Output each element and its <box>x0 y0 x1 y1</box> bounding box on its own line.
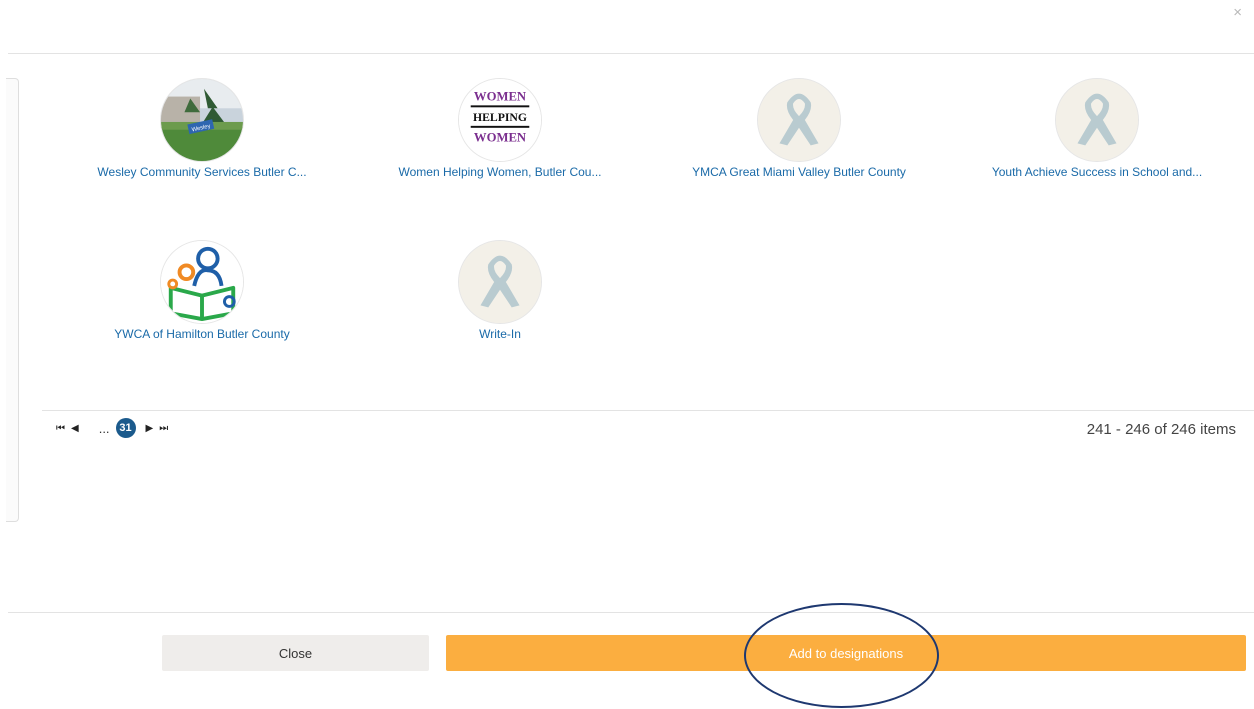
org-name[interactable]: Youth Achieve Success in School and... <box>967 165 1227 179</box>
pager: ⏮ ◀ ... 31 ▶ ⏭ <box>56 418 168 438</box>
women-helping-women-logo: WOMEN HELPING WOMEN <box>458 78 542 162</box>
org-tile-women-helping-women[interactable]: WOMEN HELPING WOMEN Women Helping Women,… <box>370 78 630 179</box>
org-name[interactable]: YWCA of Hamilton Butler County <box>72 327 332 341</box>
org-name[interactable]: YMCA Great Miami Valley Butler County <box>669 165 929 179</box>
next-page-icon[interactable]: ▶ <box>146 423 154 434</box>
ribbon-icon <box>1055 78 1139 162</box>
ribbon-icon <box>757 78 841 162</box>
close-button[interactable]: Close <box>162 635 429 671</box>
org-name[interactable]: Write-In <box>370 327 630 341</box>
org-tile-write-in[interactable]: Write-In <box>370 240 630 341</box>
pager-current-page[interactable]: 31 <box>115 418 136 438</box>
pager-ellipsis[interactable]: ... <box>99 421 110 436</box>
org-tile-youth-achieve[interactable]: Youth Achieve Success in School and... <box>967 78 1227 179</box>
pager-info: 241 - 246 of 246 items <box>1086 421 1236 438</box>
org-tile-wesley[interactable]: Wesley Wesley Community Services Butler … <box>72 78 332 179</box>
logo-word-3: WOMEN <box>474 130 526 144</box>
side-panel-scroll[interactable] <box>6 78 19 522</box>
pager-divider <box>42 410 1254 411</box>
header-divider <box>8 53 1254 54</box>
prev-page-icon[interactable]: ◀ <box>71 423 79 434</box>
add-to-designations-button[interactable]: Add to designations <box>446 635 1246 671</box>
org-photo: Wesley <box>160 78 244 162</box>
org-tile-ymca[interactable]: YMCA Great Miami Valley Butler County <box>669 78 929 179</box>
footer-divider <box>8 612 1254 613</box>
org-tile-ywca[interactable]: YWCA of Hamilton Butler County <box>72 240 332 341</box>
reading-family-logo <box>160 240 244 324</box>
logo-word-2: HELPING <box>473 111 527 124</box>
dialog-close-icon[interactable]: × <box>1233 5 1242 20</box>
org-name[interactable]: Women Helping Women, Butler Cou... <box>370 165 630 179</box>
last-page-icon[interactable]: ⏭ <box>159 423 168 434</box>
ribbon-icon <box>458 240 542 324</box>
first-page-icon[interactable]: ⏮ <box>56 423 65 434</box>
org-name[interactable]: Wesley Community Services Butler C... <box>72 165 332 179</box>
logo-word-1: WOMEN <box>474 89 526 103</box>
